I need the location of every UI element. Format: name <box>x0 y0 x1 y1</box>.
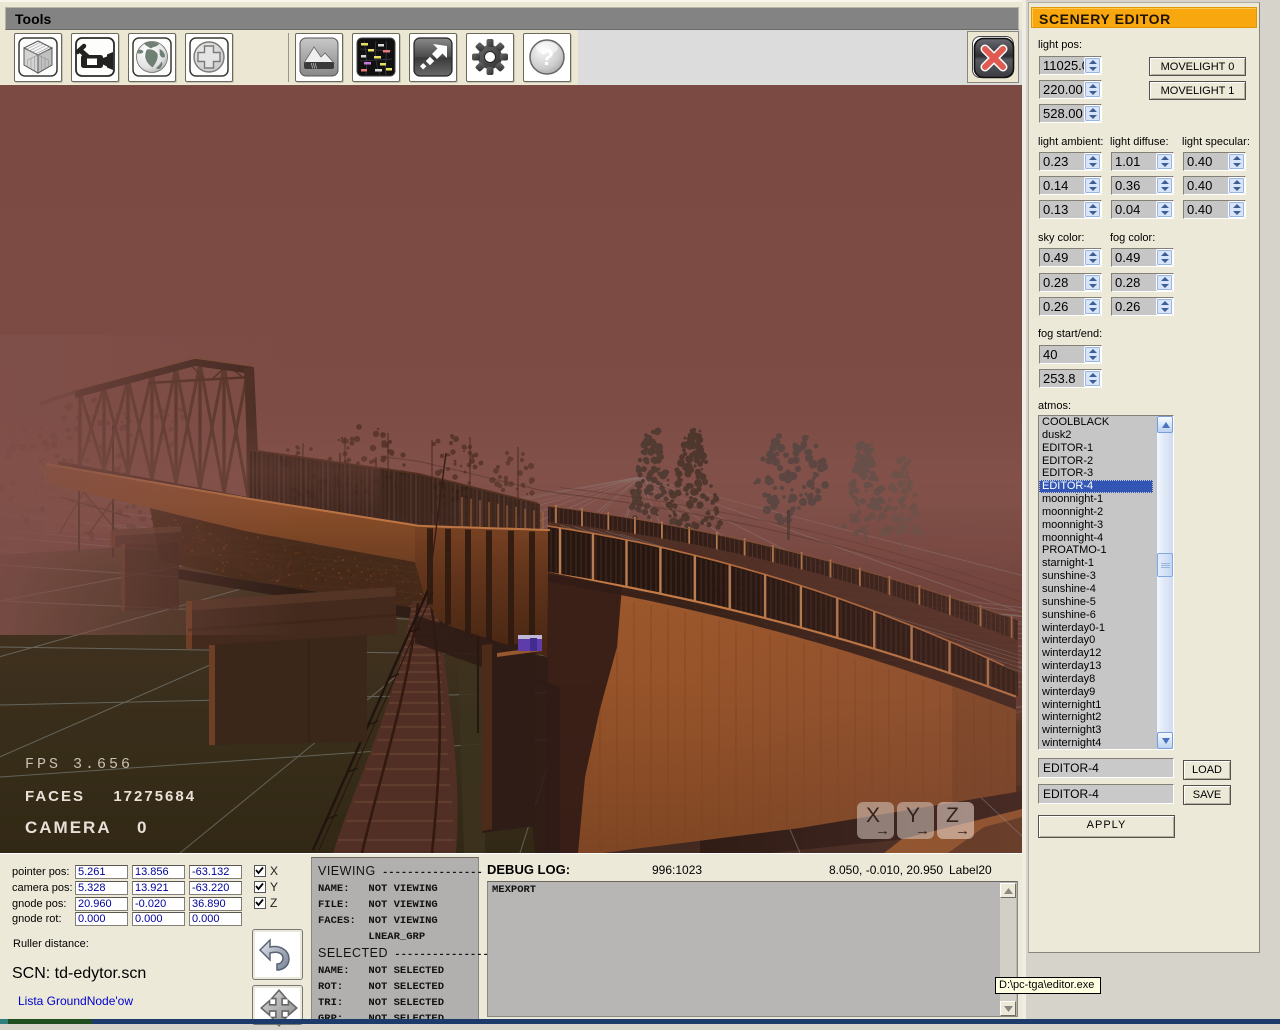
svg-text:?: ? <box>540 44 554 70</box>
svg-text:\\\: \\\ <box>311 64 317 71</box>
